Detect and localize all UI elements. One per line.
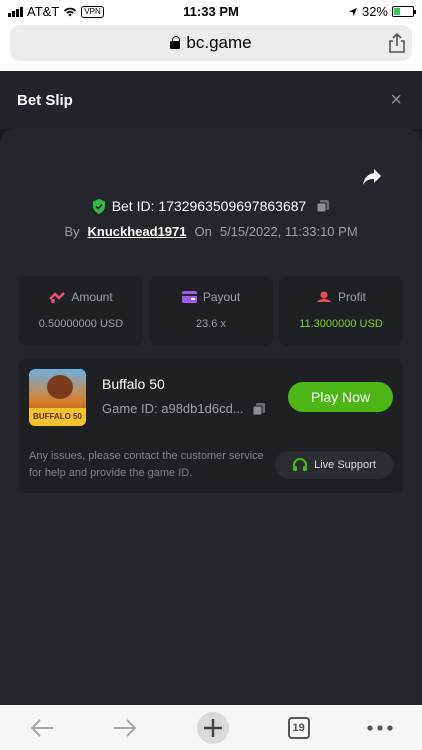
payout-label-row: Payout: [149, 290, 273, 304]
username-link[interactable]: Knuckhead1971: [88, 224, 187, 239]
page-title: Bet Slip: [17, 92, 73, 109]
amount-value: 0.50000000 USD: [38, 318, 124, 330]
copy-icon[interactable]: [252, 402, 266, 416]
close-icon[interactable]: ×: [390, 89, 402, 112]
browser-url-area: bc.game: [0, 22, 422, 71]
profit-icon: [316, 291, 331, 302]
game-card: BUFFALO 50 Buffalo 50 Game ID: a98db1d6c…: [19, 358, 403, 493]
profit-value: 11.3000000 USD: [299, 318, 383, 330]
lock-icon: [170, 36, 181, 49]
headset-icon: [293, 458, 308, 471]
payout-stat: Payout 23.6 x: [149, 276, 273, 346]
support-notice: Any issues, please contact the customer …: [29, 450, 264, 479]
on-label: On: [194, 224, 212, 239]
bet-author-row: By Knuckhead1971 On 5/15/2022, 11:33:10 …: [0, 224, 422, 239]
amount-stat: Amount 0.50000000 USD: [19, 276, 143, 346]
status-right: 32%: [348, 4, 416, 19]
play-now-button[interactable]: Play Now: [288, 382, 393, 412]
profit-stat: Profit 11.3000000 USD: [279, 276, 403, 346]
by-label: By: [64, 224, 80, 239]
location-icon: [348, 7, 357, 16]
game-id-row: Game ID: a98db1d6cd...: [102, 401, 266, 416]
buffalo-artwork: [47, 375, 73, 399]
battery-icon: [392, 6, 416, 17]
modal-header: Bet Slip ×: [0, 71, 422, 129]
tabs-button[interactable]: 19: [287, 716, 310, 739]
live-support-label: Live Support: [314, 459, 376, 471]
game-id: Game ID: a98db1d6cd...: [102, 401, 244, 416]
share-icon[interactable]: [388, 33, 406, 53]
status-bar: AT&T VPN 11:33 PM 32%: [0, 0, 422, 22]
more-icon[interactable]: [367, 724, 393, 731]
profit-label-row: Profit: [279, 290, 403, 304]
bet-stats: Amount 0.50000000 USD Payout 23.6 x Prof…: [19, 276, 403, 346]
amount-label: Amount: [71, 290, 113, 304]
forward-icon[interactable]: [112, 718, 138, 738]
game-thumbnail[interactable]: BUFFALO 50: [29, 369, 86, 426]
game-name: Buffalo 50: [102, 376, 165, 392]
payout-label: Payout: [202, 290, 241, 304]
back-icon[interactable]: [29, 718, 55, 738]
bet-id: Bet ID: 1732963509697863687: [111, 198, 307, 214]
payout-icon: [181, 291, 197, 303]
address-bar[interactable]: bc.game: [10, 25, 412, 61]
thumbnail-title: BUFFALO 50: [29, 408, 86, 426]
battery-percent: 32%: [361, 4, 388, 19]
bet-id-row: Bet ID: 1732963509697863687: [0, 198, 422, 214]
shield-check-icon: [92, 198, 105, 214]
share-arrow-icon[interactable]: [362, 168, 382, 186]
copy-icon[interactable]: [316, 199, 330, 213]
amount-label-row: Amount: [19, 290, 143, 304]
browser-toolbar: 19: [0, 705, 422, 750]
bet-datetime: 5/15/2022, 11:33:10 PM: [219, 224, 358, 239]
amount-icon: [49, 292, 66, 303]
profit-label: Profit: [337, 290, 366, 304]
payout-value: 23.6 x: [196, 318, 226, 330]
add-tab-icon[interactable]: [196, 711, 230, 745]
url-text: bc.game: [186, 33, 252, 52]
live-support-button[interactable]: Live Support: [275, 451, 393, 479]
